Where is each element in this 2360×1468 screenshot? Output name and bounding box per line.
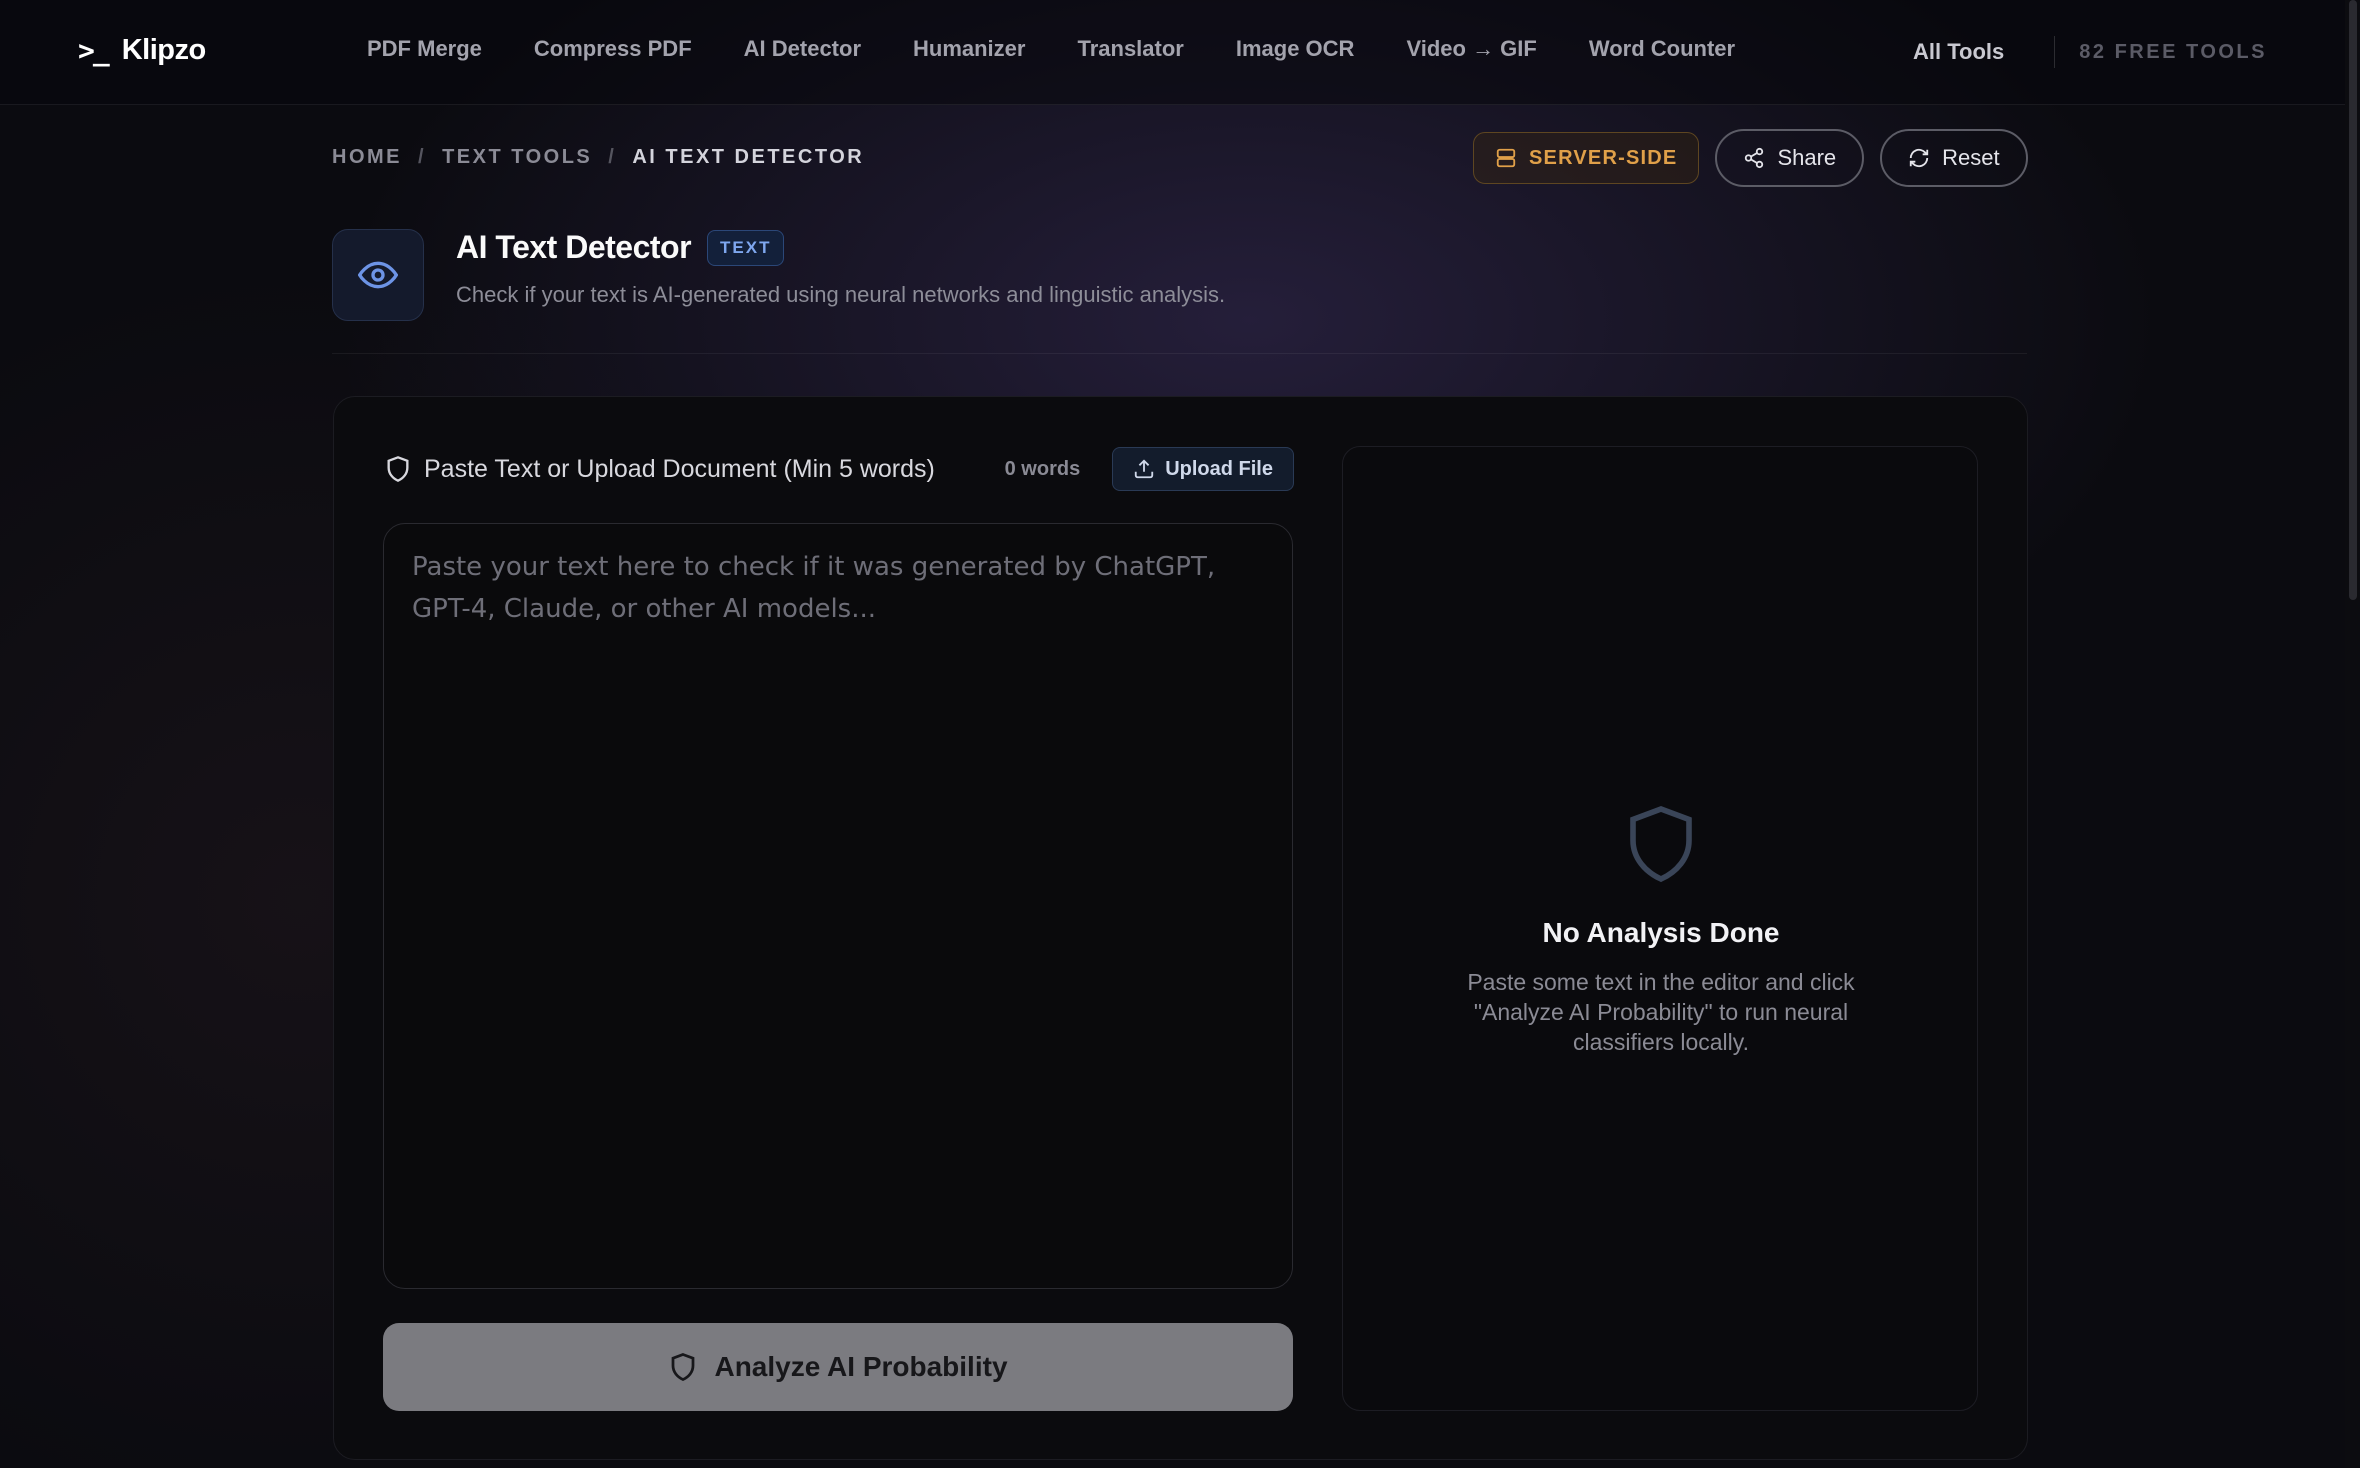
shield-icon bbox=[672, 1353, 695, 1382]
empty-state-title: No Analysis Done bbox=[1542, 917, 1780, 948]
header-divider bbox=[332, 353, 2027, 354]
result-panel: No Analysis Done Paste some text in the … bbox=[1342, 446, 1978, 1411]
top-nav: >_ Klipzo PDF Merge Compress PDF AI Dete… bbox=[0, 0, 2345, 105]
reset-button[interactable]: Reset bbox=[1880, 129, 2028, 187]
word-count: 0 words bbox=[1004, 457, 1081, 480]
editor-header: Paste Text or Upload Document (Min 5 wor… bbox=[384, 447, 1294, 491]
shield-icon bbox=[387, 456, 409, 482]
nav-links: PDF Merge Compress PDF AI Detector Human… bbox=[367, 36, 1787, 62]
nav-link-compress-pdf[interactable]: Compress PDF bbox=[534, 36, 692, 62]
scrollbar[interactable] bbox=[2345, 0, 2360, 1468]
breadcrumb-text-tools[interactable]: TEXT TOOLS bbox=[442, 146, 592, 169]
terminal-prompt-icon: >_ bbox=[78, 34, 110, 67]
editor-title: Paste Text or Upload Document (Min 5 wor… bbox=[424, 454, 935, 483]
breadcrumb-current: AI TEXT DETECTOR bbox=[632, 146, 865, 168]
breadcrumb-separator: / bbox=[608, 146, 617, 168]
analyze-label: Analyze AI Probability bbox=[714, 1351, 1008, 1382]
eye-icon bbox=[358, 261, 398, 289]
analyze-button[interactable]: Analyze AI Probability bbox=[383, 1323, 1293, 1411]
refresh-icon bbox=[1909, 148, 1929, 168]
reset-label: Reset bbox=[1942, 145, 2000, 170]
logo[interactable]: >_ Klipzo bbox=[78, 34, 206, 67]
shield-icon bbox=[1630, 806, 1692, 883]
nav-divider bbox=[2054, 36, 2056, 68]
nav-link-image-ocr[interactable]: Image OCR bbox=[1236, 36, 1355, 62]
nav-link-pdf-merge[interactable]: PDF Merge bbox=[367, 36, 482, 62]
detector-card: Paste Text or Upload Document (Min 5 wor… bbox=[333, 396, 2028, 1460]
nav-right: All Tools 82 FREE TOOLS bbox=[1913, 36, 2267, 68]
breadcrumb-home[interactable]: HOME bbox=[332, 146, 402, 169]
title-block: AI Text Detector TEXT Check if your text… bbox=[456, 229, 1356, 308]
server-side-badge: SERVER-SIDE bbox=[1473, 132, 1700, 184]
page-subtitle: Check if your text is AI-generated using… bbox=[456, 282, 1226, 307]
share-button[interactable]: Share bbox=[1715, 129, 1865, 187]
upload-icon bbox=[1135, 459, 1154, 479]
category-tag: TEXT bbox=[707, 229, 785, 266]
nav-link-ai-detector[interactable]: AI Detector bbox=[744, 36, 861, 62]
share-label: Share bbox=[1777, 145, 1837, 170]
empty-state-text: Paste some text in the editor and click … bbox=[1467, 969, 1855, 1055]
text-input[interactable] bbox=[383, 523, 1293, 1289]
logo-text: Klipzo bbox=[121, 34, 207, 66]
nav-link-translator[interactable]: Translator bbox=[1077, 36, 1183, 62]
header-actions: SERVER-SIDE Share Reset bbox=[1473, 129, 2028, 187]
all-tools-link[interactable]: All Tools bbox=[1913, 39, 2004, 65]
scrollbar-thumb[interactable] bbox=[2349, 0, 2357, 600]
nav-link-humanizer[interactable]: Humanizer bbox=[913, 36, 1025, 62]
nav-link-video-gif[interactable]: Video → GIF bbox=[1406, 36, 1536, 62]
server-icon bbox=[1496, 148, 1516, 168]
nav-link-word-counter[interactable]: Word Counter bbox=[1589, 36, 1735, 62]
breadcrumb: HOME / TEXT TOOLS / AI TEXT DETECTOR bbox=[332, 146, 864, 169]
upload-file-button[interactable]: Upload File bbox=[1112, 447, 1294, 491]
server-side-label: SERVER-SIDE bbox=[1529, 146, 1678, 169]
upload-file-label: Upload File bbox=[1165, 457, 1273, 480]
tool-icon-box bbox=[332, 229, 424, 321]
page-title: AI Text Detector bbox=[456, 229, 692, 265]
share-icon bbox=[1745, 147, 1764, 169]
free-tools-count: 82 FREE TOOLS bbox=[2079, 40, 2267, 63]
breadcrumb-separator: / bbox=[418, 146, 427, 168]
empty-state: No Analysis Done Paste some text in the … bbox=[1343, 797, 1979, 1057]
